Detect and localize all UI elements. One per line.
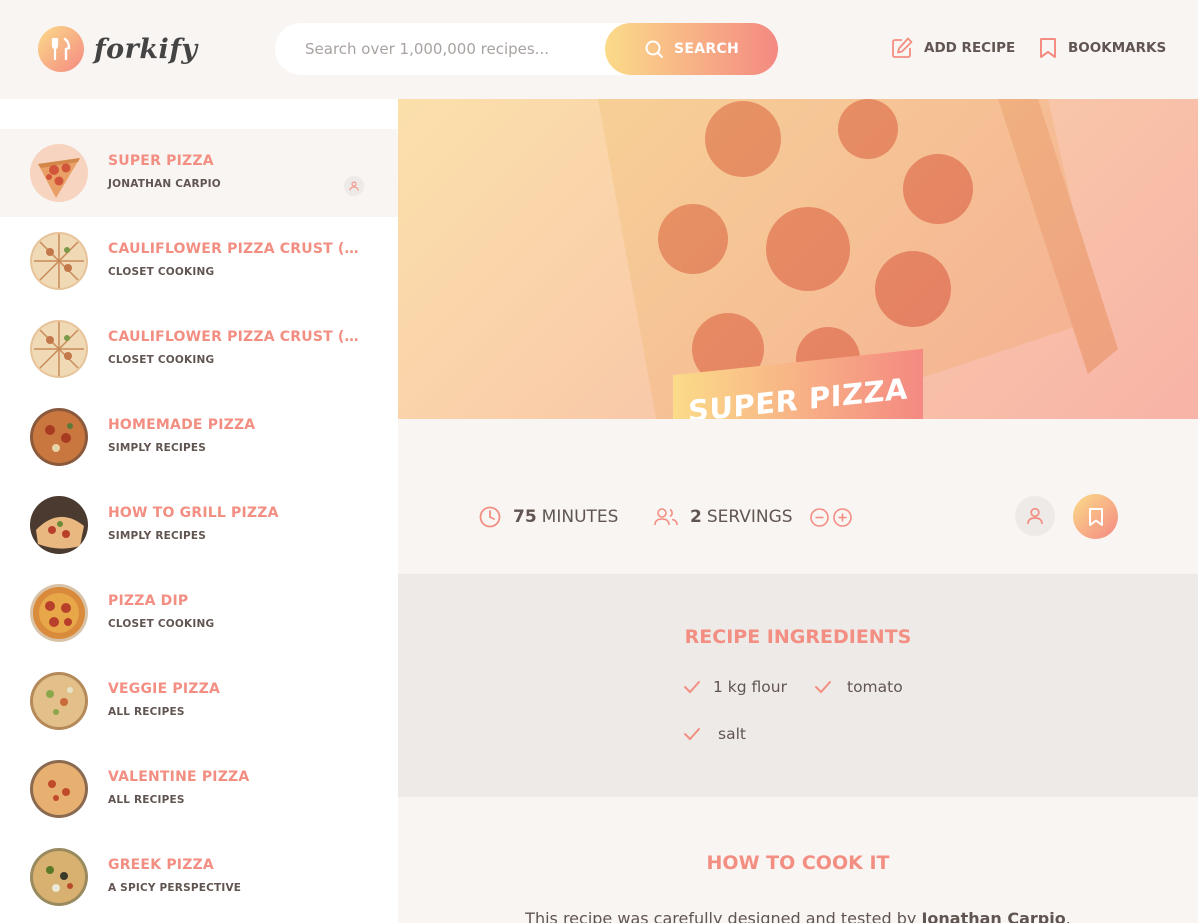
ingredient-item: tomato [814,678,903,696]
add-recipe-button[interactable]: ADD RECIPE [890,36,1015,60]
result-title: CAULIFLOWER PIZZA CRUST (WITH BBQ CHICKE… [108,329,360,345]
recipe-ingredients: RECIPE INGREDIENTS 1 kg flour tomato sal… [398,574,1198,797]
bookmarks-label: BOOKMARKS [1068,40,1167,56]
user-icon [1027,507,1043,525]
result-title: CAULIFLOWER PIZZA CRUST (WITH BBQ CHICKE… [108,241,360,257]
check-icon [684,681,700,694]
directions-title: HOW TO COOK IT [706,852,890,874]
result-title: SUPER PIZZA [108,153,214,169]
result-publisher: SIMPLY RECIPES [108,530,207,542]
result-title: VEGGIE PIZZA [108,681,221,697]
minus-circle-icon[interactable] [809,507,830,528]
result-publisher: ALL RECIPES [108,706,185,718]
search-form: SEARCH [275,23,778,75]
recipe-thumbnail [30,848,88,906]
recipe-thumbnail [30,320,88,378]
result-item[interactable]: CAULIFLOWER PIZZA CRUST (WITH BBQ CHICKE… [0,217,398,305]
header: forkify SEARCH ADD RECIPE BOOKMARKS [0,0,1198,99]
ingredient-item: 1 kg flour [683,678,787,696]
bookmarks-button[interactable]: BOOKMARKS [1038,36,1166,60]
clock-icon [479,506,501,528]
bookmark-button[interactable] [1073,494,1118,539]
search-input[interactable] [305,40,595,58]
search-button-label: SEARCH [673,41,740,57]
plus-circle-icon[interactable] [832,507,853,528]
cooking-time: 75 MINUTES [478,505,618,529]
result-item[interactable]: GREEK PIZZA A SPICY PERSPECTIVE [0,833,398,921]
recipe-thumbnail [30,672,88,730]
search-button[interactable]: SEARCH [605,23,778,75]
servings-value: 2 [690,507,702,527]
recipe-directions: HOW TO COOK IT This recipe was carefully… [398,797,1198,923]
search-icon [645,40,663,58]
edit-icon [892,37,913,58]
ingredient-item: salt [683,725,746,743]
search-results: SUPER PIZZA JONATHAN CARPIO CAULIFLOWER … [0,99,398,923]
result-publisher: CLOSET COOKING [108,266,215,278]
ingredient-text: tomato [847,678,903,696]
result-item[interactable]: SUPER PIZZA JONATHAN CARPIO [0,129,398,217]
user-generated-icon [344,176,364,196]
directions-text: This recipe was carefully designed and t… [508,907,1088,923]
ingredients-title: RECIPE INGREDIENTS [684,626,912,648]
ingredient-text: 1 kg flour [713,678,787,696]
result-publisher: ALL RECIPES [108,794,185,806]
add-recipe-label: ADD RECIPE [924,40,1016,56]
result-publisher: CLOSET COOKING [108,618,215,630]
bookmark-icon [1040,38,1056,58]
directions-publisher: Jonathan Carpio [921,909,1066,923]
check-icon [684,728,700,741]
result-publisher: CLOSET COOKING [108,354,215,366]
check-icon [815,681,831,694]
result-item[interactable]: CAULIFLOWER PIZZA CRUST (WITH BBQ CHICKE… [0,305,398,393]
users-icon [654,508,678,526]
ingredient-text: salt [718,725,746,743]
result-item[interactable]: PIZZA DIP CLOSET COOKING [0,569,398,657]
result-title: HOMEMADE PIZZA [108,417,256,433]
result-title: HOW TO GRILL PIZZA [108,505,279,521]
recipe-thumbnail [30,584,88,642]
bookmark-icon [1088,507,1103,526]
result-publisher: JONATHAN CARPIO [108,178,221,190]
servings: 2 SERVINGS [653,505,853,529]
directions-text-before: This recipe was carefully designed and t… [525,909,922,923]
recipe-thumbnail [30,232,88,290]
recipe-details: 75 MINUTES 2 SERVINGS [398,419,1198,574]
cooking-time-value: 75 [513,507,537,527]
recipe-thumbnail [30,408,88,466]
fork-knife-icon [38,26,84,72]
result-publisher: A SPICY PERSPECTIVE [108,882,242,894]
result-publisher: SIMPLY RECIPES [108,442,207,454]
result-item[interactable]: HOW TO GRILL PIZZA SIMPLY RECIPES [0,481,398,569]
result-title: PIZZA DIP [108,593,189,609]
logo-text: forkify [94,33,198,65]
cooking-time-unit: MINUTES [541,507,619,527]
recipe-thumbnail [30,760,88,818]
recipe-thumbnail [30,496,88,554]
result-item[interactable]: VEGGIE PIZZA ALL RECIPES [0,657,398,745]
recipe-thumbnail [30,144,88,202]
result-item[interactable]: HOMEMADE PIZZA SIMPLY RECIPES [0,393,398,481]
servings-unit: SERVINGS [706,507,793,527]
logo[interactable]: forkify [38,26,198,72]
result-item[interactable]: VALENTINE PIZZA ALL RECIPES [0,745,398,833]
user-generated-badge [1015,496,1055,536]
result-title: VALENTINE PIZZA [108,769,250,785]
result-title: GREEK PIZZA [108,857,214,873]
